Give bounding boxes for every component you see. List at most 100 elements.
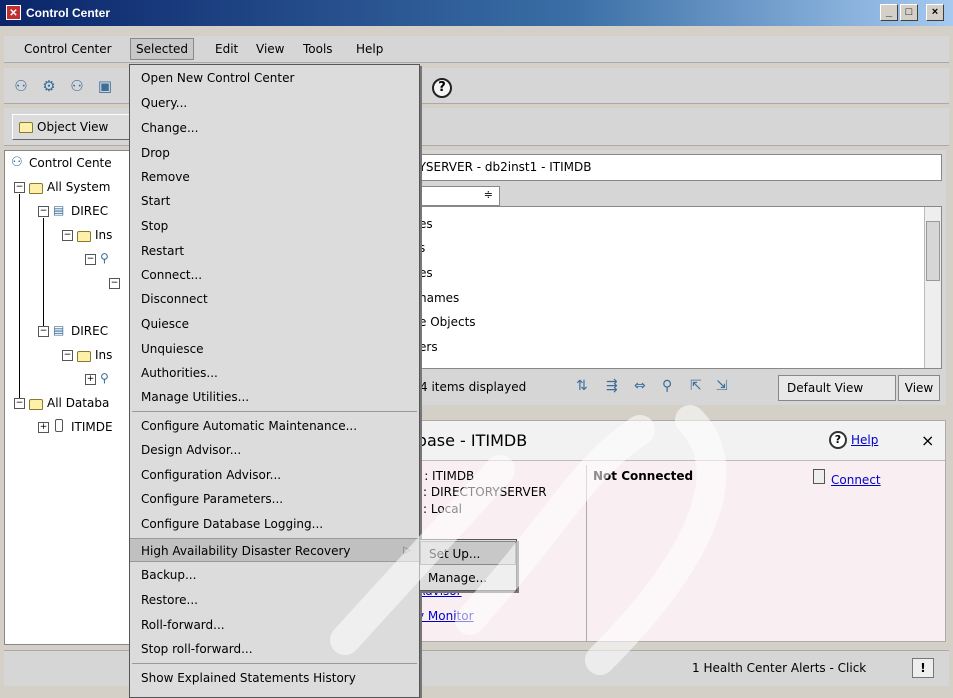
menu-item-open-new-control-center[interactable]: Open New Control Center — [130, 66, 419, 90]
menu-item-unquiesce[interactable]: Unquiesce — [130, 337, 419, 361]
list-item[interactable]: names — [419, 291, 459, 305]
maximize-button[interactable]: □ — [900, 4, 918, 21]
menu-separator — [132, 663, 417, 664]
collapse-toggle-icon[interactable]: − — [62, 350, 73, 361]
window-titlebar: ✕ Control Center _ □ × — [0, 0, 953, 26]
folder-icon — [29, 183, 43, 194]
list-scrollbar[interactable] — [924, 207, 941, 368]
collapse-toggle-icon[interactable]: − — [62, 230, 73, 241]
tree-item-control-center[interactable]: Control Cente — [29, 156, 112, 170]
list-item[interactable]: es — [419, 266, 433, 280]
tree-item-itimdb[interactable]: ITIMDE — [71, 420, 113, 434]
replication-icon[interactable]: ⚙ — [40, 77, 58, 95]
collapse-toggle-icon[interactable]: − — [14, 398, 25, 409]
tree-item-instances-1[interactable]: Ins — [95, 228, 112, 242]
menu-view[interactable]: View — [256, 42, 284, 56]
menu-item-connect[interactable]: Connect... — [130, 263, 419, 287]
sort-icon[interactable]: ⇅ — [576, 378, 588, 394]
menu-item-stop-roll-forward[interactable]: Stop roll-forward... — [130, 637, 419, 661]
menu-item-roll-forward[interactable]: Roll-forward... — [130, 613, 419, 637]
list-item[interactable]: es — [419, 217, 433, 231]
default-view-button[interactable]: Default View — [778, 375, 896, 401]
help-icon[interactable]: ? — [432, 78, 452, 98]
collapse-toggle-icon[interactable]: − — [109, 278, 120, 289]
menu-item-backup[interactable]: Backup... — [130, 563, 419, 587]
find-icon[interactable]: ⚲ — [662, 378, 672, 394]
close-window-button[interactable]: × — [926, 4, 944, 21]
menu-item-disconnect[interactable]: Disconnect — [130, 287, 419, 311]
connect-link[interactable]: Connect — [831, 473, 881, 487]
menu-item-manage-utilities[interactable]: Manage Utilities... — [130, 385, 419, 409]
menu-control-center[interactable]: Control Center — [24, 42, 112, 56]
expand-toggle-icon[interactable]: + — [85, 374, 96, 385]
menu-selected[interactable]: Selected — [130, 38, 195, 60]
collapse-toggle-icon[interactable]: − — [14, 182, 25, 193]
command-icon[interactable]: ▣ — [96, 77, 114, 95]
instance-icon: ⚲ — [100, 371, 109, 385]
list-status-bar: 4 items displayed ⇅ ⇶ ⇔ ⚲ ⇱ ⇲ Default Vi… — [380, 372, 946, 402]
deselect-all-icon[interactable]: ⇲ — [716, 378, 728, 394]
alert-icon[interactable]: ! — [912, 658, 934, 678]
menu-item-design-advisor[interactable]: Design Advisor... — [130, 438, 419, 462]
tree-item-system-2[interactable]: DIREC — [71, 324, 108, 338]
menu-item-drop[interactable]: Drop — [130, 141, 419, 165]
menu-item-query[interactable]: Query... — [130, 91, 419, 115]
hadr-submenu: Set Up... Manage... — [419, 539, 517, 591]
menu-item-authorities[interactable]: Authorities... — [130, 361, 419, 385]
menu-item-configure-database-logging[interactable]: Configure Database Logging... — [130, 512, 419, 536]
menu-item-restore[interactable]: Restore... — [130, 588, 419, 612]
details-title: abase - ITIMDB — [407, 431, 528, 450]
selected-menu-dropdown: Open New Control Center Query... Change.… — [129, 64, 420, 698]
help-link[interactable]: Help — [851, 433, 878, 447]
folder-icon — [19, 122, 33, 133]
collapse-toggle-icon[interactable]: − — [85, 254, 96, 265]
connect-icon[interactable] — [813, 469, 825, 484]
list-item[interactable]: e Objects — [419, 315, 476, 329]
satellite-icon[interactable]: ⚇ — [68, 77, 86, 95]
menu-item-restart[interactable]: Restart — [130, 239, 419, 263]
menu-item-remove[interactable]: Remove — [130, 165, 419, 189]
menu-tools[interactable]: Tools — [303, 42, 333, 56]
submenu-item-set-up[interactable]: Set Up... — [420, 541, 516, 565]
collapse-toggle-icon[interactable]: − — [38, 326, 49, 337]
expand-toggle-icon[interactable]: + — [38, 422, 49, 433]
submenu-item-manage[interactable]: Manage... — [420, 566, 516, 590]
tree-item-instances-2[interactable]: Ins — [95, 348, 112, 362]
monitor-link[interactable]: y Monitor — [417, 609, 474, 623]
menu-edit[interactable]: Edit — [215, 42, 238, 56]
menu-item-show-explained-statements-history[interactable]: Show Explained Statements History — [130, 666, 419, 690]
menu-item-start[interactable]: Start — [130, 189, 419, 213]
object-tree-icon[interactable]: ⚇ — [12, 77, 30, 95]
menu-item-quiesce[interactable]: Quiesce — [130, 312, 419, 336]
location-value: : Local — [423, 502, 462, 516]
view-button[interactable]: View — [898, 375, 940, 401]
menu-item-configuration-advisor[interactable]: Configuration Advisor... — [130, 463, 419, 487]
collapse-toggle-icon[interactable]: − — [38, 206, 49, 217]
customize-columns-icon[interactable]: ⇔ — [634, 378, 646, 394]
list-item[interactable]: ers — [419, 340, 438, 354]
menu-item-stop[interactable]: Stop — [130, 214, 419, 238]
select-all-icon[interactable]: ⇱ — [690, 378, 702, 394]
menu-item-hadr[interactable]: High Availability Disaster Recovery ▷ — [130, 538, 419, 562]
default-view-label: Default View — [787, 381, 864, 395]
tree-item-all-systems[interactable]: All System — [47, 180, 110, 194]
minimize-button[interactable]: _ — [880, 4, 898, 21]
database-name-value: e : ITIMDB — [413, 469, 475, 483]
menu-item-hadr-label: High Availability Disaster Recovery — [141, 544, 351, 558]
control-center-icon: ⚇ — [11, 155, 23, 170]
tree-item-all-databases[interactable]: All Databa — [47, 396, 109, 410]
health-alerts-text[interactable]: 1 Health Center Alerts - Click — [692, 661, 866, 675]
scrollbar-thumb[interactable] — [926, 221, 940, 281]
menu-item-configure-automatic-maintenance[interactable]: Configure Automatic Maintenance... — [130, 414, 419, 438]
tree-item-system-1[interactable]: DIREC — [71, 204, 108, 218]
folder-icon — [77, 231, 91, 242]
details-pane: abase - ITIMDB ? Help × e : ITIMDB : DIR… — [380, 420, 946, 642]
menu-item-configure-parameters[interactable]: Configure Parameters... — [130, 487, 419, 511]
menu-item-change[interactable]: Change... — [130, 116, 419, 140]
help-icon[interactable]: ? — [829, 431, 847, 449]
object-view-button[interactable]: Object View — [12, 114, 138, 140]
close-details-button[interactable]: × — [921, 431, 934, 450]
details-header: abase - ITIMDB ? Help × — [381, 421, 945, 461]
filter-icon[interactable]: ⇶ — [606, 378, 618, 394]
menu-help[interactable]: Help — [356, 42, 383, 56]
